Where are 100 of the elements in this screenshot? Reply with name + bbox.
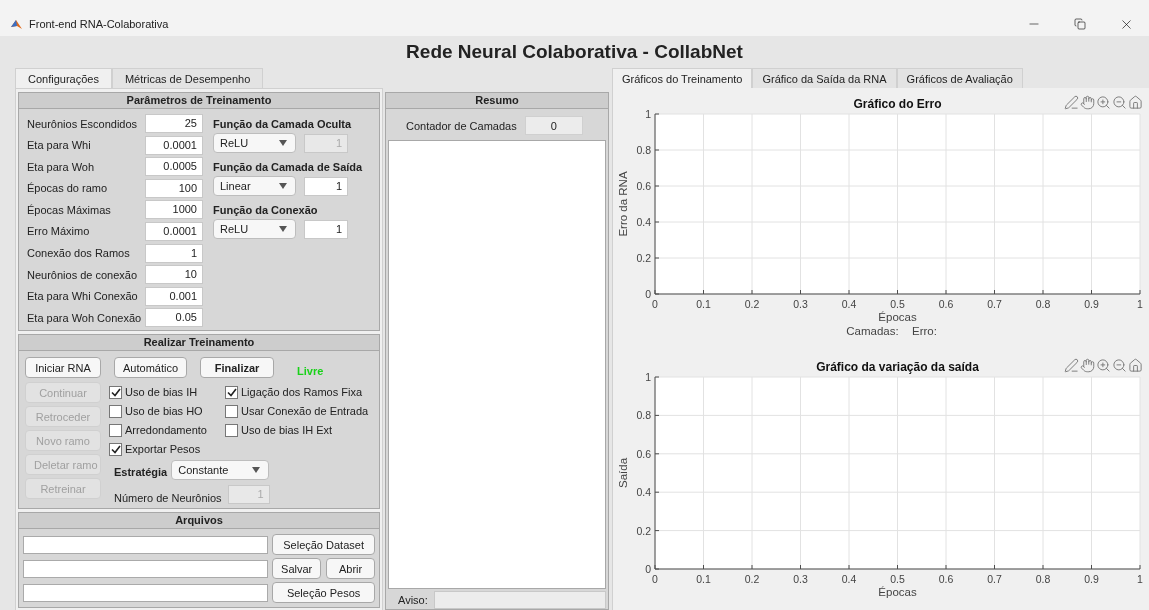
hand-icon[interactable]	[1080, 358, 1095, 373]
x-tick-label: 1	[1137, 573, 1143, 585]
y-tick-label: 0.4	[636, 216, 651, 228]
x-tick-label: 0.3	[793, 298, 808, 310]
y-tick-label: 1	[645, 108, 651, 120]
dropdown[interactable]: Constante	[171, 460, 270, 481]
file-button[interactable]: Salvar	[272, 558, 322, 580]
field-label: Erro Máximo	[27, 225, 90, 238]
x-tick-label: 0.6	[938, 573, 954, 585]
restore-icon[interactable]	[1074, 18, 1086, 30]
tab[interactable]: Gráfico da Saída da RNA	[752, 68, 897, 88]
field-label: Conexão dos Ramos	[27, 247, 130, 260]
caret-icon	[279, 183, 287, 189]
chart-footer-label: Erro:	[912, 325, 937, 337]
input-field[interactable]: 1	[304, 219, 348, 239]
caret-icon	[252, 467, 261, 474]
y-tick-label: 0.8	[636, 409, 651, 422]
home-icon[interactable]	[1128, 358, 1143, 373]
file-button[interactable]: Abrir	[326, 558, 375, 580]
y-axis-label: Erro da RNA	[617, 171, 629, 237]
input-field[interactable]: 0.0001	[145, 221, 203, 241]
input-field[interactable]: 100	[145, 178, 203, 198]
action-button[interactable]: Automático	[114, 357, 188, 379]
zoom-out-icon[interactable]	[1112, 95, 1127, 110]
pen-icon[interactable]	[1064, 95, 1079, 110]
x-tick-label: 1	[1137, 298, 1143, 310]
home-icon[interactable]	[1128, 95, 1143, 110]
function-heading: Função da Camada de Saída	[213, 161, 363, 173]
x-tick-label: 0.7	[987, 573, 1002, 585]
input-field: 1	[227, 484, 270, 504]
function-heading: Função da Camada Oculta	[213, 118, 353, 130]
checkbox[interactable]	[225, 423, 238, 437]
section-header: Arquivos	[19, 513, 379, 530]
x-tick-label: 0.1	[696, 298, 711, 310]
hand-icon[interactable]	[1080, 95, 1095, 110]
input-field[interactable]: 1	[304, 176, 348, 196]
dropdown[interactable]: ReLU	[213, 219, 296, 239]
x-tick-label: 0.1	[696, 573, 711, 585]
x-tick-label: 0.8	[1035, 573, 1051, 585]
field-label: Número de Neurônios	[114, 492, 222, 505]
field-label: Épocas Máximas	[27, 203, 111, 216]
input-field[interactable]: 0.001	[145, 286, 203, 306]
x-tick-label: 0.2	[744, 298, 760, 310]
app-title: Rede Neural Colaborativa - CollabNet	[405, 40, 744, 64]
zoom-in-icon[interactable]	[1096, 95, 1111, 110]
y-tick-label: 0.4	[636, 486, 651, 499]
tab[interactable]: Métricas de Desempenho	[111, 68, 264, 88]
x-tick-label: 0.5	[890, 298, 905, 310]
dropdown[interactable]: Linear	[213, 176, 296, 196]
input-field[interactable]: 10	[145, 265, 203, 285]
checkbox[interactable]	[109, 442, 122, 456]
input-field[interactable]: 1000	[145, 200, 203, 220]
y-tick-label: 0.2	[636, 252, 651, 264]
x-tick-label: 0.9	[1084, 298, 1099, 310]
checkbox-label: Usar Conexão de Entrada	[241, 405, 369, 418]
checkbox[interactable]	[109, 423, 122, 437]
field-label: Neurônios de conexão	[27, 268, 138, 281]
input-field[interactable]	[23, 583, 269, 602]
field-label: Eta para Whi	[27, 139, 91, 152]
input-field[interactable]: 25	[145, 114, 203, 133]
section-header: Realizar Treinamento	[19, 335, 379, 352]
x-tick-label: 0.2	[744, 573, 760, 585]
y-tick-label: 0.6	[636, 447, 651, 460]
file-button[interactable]: Seleção Pesos	[272, 582, 375, 604]
action-button[interactable]: Iniciar RNA	[25, 357, 101, 379]
input-field[interactable]: 0.0005	[145, 157, 203, 177]
tab[interactable]: Gráficos de Avaliação	[896, 68, 1023, 88]
checkbox-label: Uso de bias IH	[125, 386, 198, 399]
tab[interactable]: Gráficos do Treinamento	[612, 68, 753, 88]
input-field[interactable]	[23, 559, 269, 578]
x-tick-label: 0.4	[841, 573, 857, 585]
x-tick-label: 0.5	[890, 573, 905, 585]
checkbox[interactable]	[225, 385, 238, 399]
x-tick-label: 0.8	[1035, 298, 1051, 310]
zoom-in-icon[interactable]	[1096, 358, 1111, 373]
input-field[interactable]: 0.05	[145, 308, 203, 328]
file-button[interactable]: Seleção Dataset	[272, 534, 375, 556]
y-tick-label: 0.2	[636, 524, 651, 537]
input-field[interactable]	[23, 535, 269, 554]
caret-icon	[279, 226, 287, 232]
input-field[interactable]: 0.0001	[145, 135, 203, 155]
field-label: Eta para Woh Conexão	[27, 311, 142, 324]
action-button[interactable]: Finalizar	[200, 357, 275, 379]
pen-icon[interactable]	[1064, 358, 1079, 373]
checkbox-label: Ligação dos Ramos Fixa	[241, 386, 363, 399]
y-tick-label: 0	[645, 288, 651, 300]
field-label: Aviso:	[398, 594, 428, 606]
field-label: Eta para Woh	[27, 160, 95, 173]
chart-title: Gráfico da variação da saída	[816, 360, 979, 374]
tab[interactable]: Configurações	[15, 68, 112, 88]
field-label: Épocas do ramo	[27, 182, 108, 195]
x-tick-label: 0	[652, 298, 658, 310]
x-tick-label: 0.7	[987, 298, 1002, 310]
checkbox[interactable]	[109, 385, 122, 399]
input-field[interactable]: 1	[145, 243, 203, 263]
checkbox[interactable]	[109, 404, 122, 418]
x-tick-label: 0	[652, 573, 658, 585]
zoom-out-icon[interactable]	[1112, 358, 1127, 373]
checkbox[interactable]	[225, 404, 238, 418]
x-tick-label: 0.9	[1084, 573, 1099, 585]
